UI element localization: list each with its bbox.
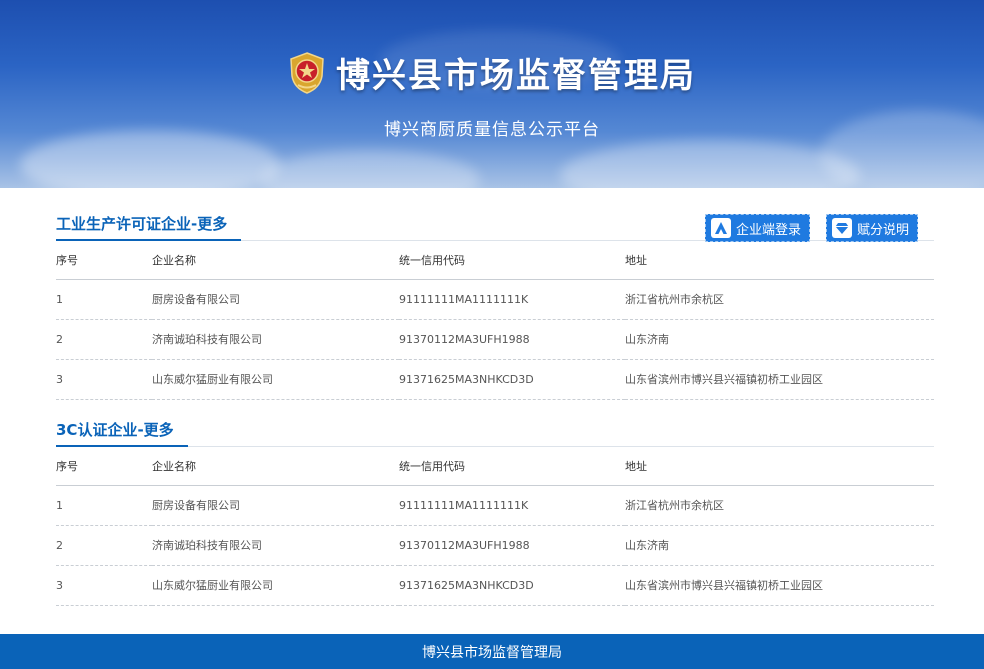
cell-code: 91371625MA3NHKCD3D	[399, 565, 625, 606]
diamond-icon	[832, 218, 852, 238]
table-row: 1 厨房设备有限公司 91111111MA1111111K 浙江省杭州市余杭区	[56, 485, 934, 526]
cell-address: 山东省滨州市博兴县兴福镇初桥工业园区	[625, 565, 934, 606]
score-description-button[interactable]: 赋分说明	[826, 214, 919, 242]
banner-cloud	[260, 150, 480, 188]
cell-name: 山东威尔猛厨业有限公司	[152, 359, 399, 400]
cell-no: 1	[56, 485, 152, 526]
footer-text: 博兴县市场监督管理局	[422, 644, 562, 661]
section-title-more-link[interactable]: 工业生产许可证企业-更多	[56, 212, 242, 241]
col-header-name: 企业名称	[152, 241, 399, 280]
col-header-code: 统一信用代码	[399, 241, 625, 280]
banner-cloud	[560, 140, 860, 188]
enterprise-login-button[interactable]: 企业端登录	[705, 214, 811, 242]
section-title-more-link[interactable]: 3C认证企业-更多	[56, 418, 188, 447]
cell-name: 厨房设备有限公司	[152, 279, 399, 320]
section-production-license: 工业生产许可证企业-更多 企业端登录 赋分说明 序号 企业名称 统一信用代码 地…	[56, 212, 934, 400]
cell-no: 3	[56, 359, 152, 400]
cell-address: 山东济南	[625, 525, 934, 566]
cell-address: 浙江省杭州市余杭区	[625, 485, 934, 526]
table-header-row: 序号 企业名称 统一信用代码 地址	[56, 447, 934, 486]
cell-code: 91111111MA1111111K	[399, 279, 625, 320]
enterprise-login-label: 企业端登录	[736, 222, 802, 238]
cell-name: 厨房设备有限公司	[152, 485, 399, 526]
table-header-row: 序号 企业名称 统一信用代码 地址	[56, 241, 934, 280]
col-header-no: 序号	[56, 447, 152, 486]
cell-no: 3	[56, 565, 152, 606]
enterprise-table: 序号 企业名称 统一信用代码 地址 1 厨房设备有限公司 91111111MA1…	[56, 447, 934, 606]
score-description-label: 赋分说明	[857, 222, 910, 238]
col-header-address: 地址	[625, 241, 934, 280]
col-header-no: 序号	[56, 241, 152, 280]
cell-address: 山东省滨州市博兴县兴福镇初桥工业园区	[625, 359, 934, 400]
enterprise-table: 序号 企业名称 统一信用代码 地址 1 厨房设备有限公司 91111111MA1…	[56, 241, 934, 400]
col-header-code: 统一信用代码	[399, 447, 625, 486]
cell-code: 91370112MA3UFH1988	[399, 525, 625, 566]
header-banner: 博兴县市场监督管理局 博兴商厨质量信息公示平台	[0, 0, 984, 188]
cell-code: 91370112MA3UFH1988	[399, 319, 625, 360]
cell-no: 1	[56, 279, 152, 320]
section-header: 工业生产许可证企业-更多 企业端登录 赋分说明	[56, 212, 934, 242]
cell-name: 山东威尔猛厨业有限公司	[152, 565, 399, 606]
cell-code: 91111111MA1111111K	[399, 485, 625, 526]
cell-code: 91371625MA3NHKCD3D	[399, 359, 625, 400]
page-title: 博兴县市场监督管理局	[336, 56, 696, 96]
col-header-name: 企业名称	[152, 447, 399, 486]
cell-no: 2	[56, 525, 152, 566]
title-row: 博兴县市场监督管理局	[0, 48, 984, 97]
cell-name: 济南诚珀科技有限公司	[152, 319, 399, 360]
table-row: 1 厨房设备有限公司 91111111MA1111111K 浙江省杭州市余杭区	[56, 279, 934, 320]
table-row: 2 济南诚珀科技有限公司 91370112MA3UFH1988 山东济南	[56, 525, 934, 566]
footer: 博兴县市场监督管理局	[0, 634, 984, 669]
police-emblem-icon	[288, 51, 326, 94]
cell-address: 山东济南	[625, 319, 934, 360]
section-3c-certification: 3C认证企业-更多 序号 企业名称 统一信用代码 地址 1 厨房设备有限公司 9…	[56, 418, 934, 606]
table-row: 3 山东威尔猛厨业有限公司 91371625MA3NHKCD3D 山东省滨州市博…	[56, 359, 934, 400]
logo-a-icon	[711, 218, 731, 238]
table-row: 2 济南诚珀科技有限公司 91370112MA3UFH1988 山东济南	[56, 319, 934, 360]
section-header: 3C认证企业-更多	[56, 418, 934, 447]
cell-no: 2	[56, 319, 152, 360]
cell-name: 济南诚珀科技有限公司	[152, 525, 399, 566]
cell-address: 浙江省杭州市余杭区	[625, 279, 934, 320]
table-row: 3 山东威尔猛厨业有限公司 91371625MA3NHKCD3D 山东省滨州市博…	[56, 565, 934, 606]
col-header-address: 地址	[625, 447, 934, 486]
page-subtitle: 博兴商厨质量信息公示平台	[384, 120, 600, 140]
